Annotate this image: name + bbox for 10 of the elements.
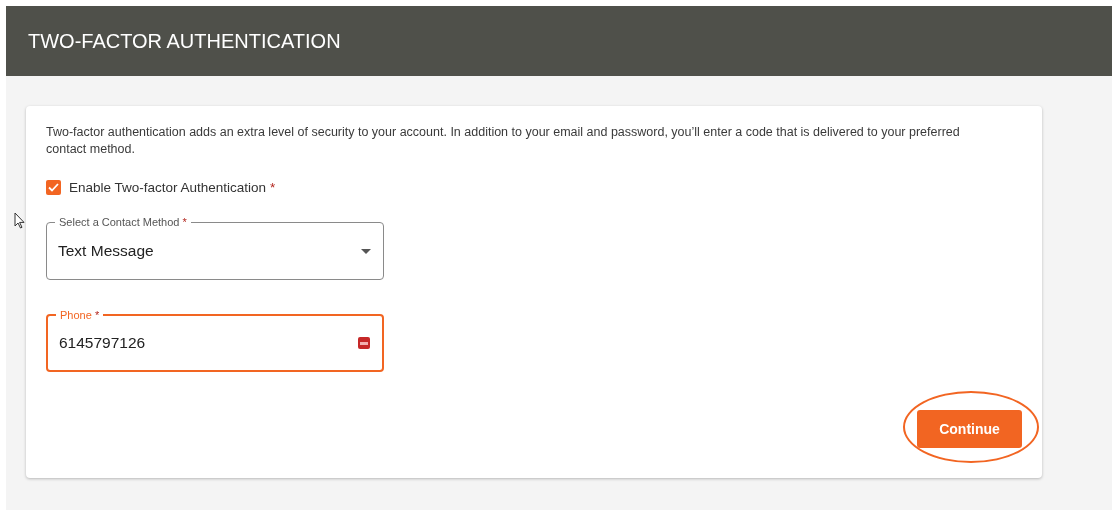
field-value: 6145797126 — [59, 334, 146, 352]
description-text: Two-factor authentication adds an extra level of security to your account. In addition to your email and password, you’ll enter a code that is delivered to your preferred contact method. — [46, 124, 961, 158]
contact-card-icon — [358, 337, 370, 349]
select-value: Text Message — [58, 242, 154, 260]
dropdown-caret-icon — [361, 248, 371, 254]
page-title: TWO-FACTOR AUTHENTICATION — [28, 29, 341, 53]
field-label: Select a Contact Method * — [55, 215, 191, 229]
enable-label: Enable Two-factor Authentication * — [69, 180, 276, 195]
enable-checkbox[interactable] — [46, 180, 61, 195]
field-label: Phone * — [56, 308, 104, 322]
